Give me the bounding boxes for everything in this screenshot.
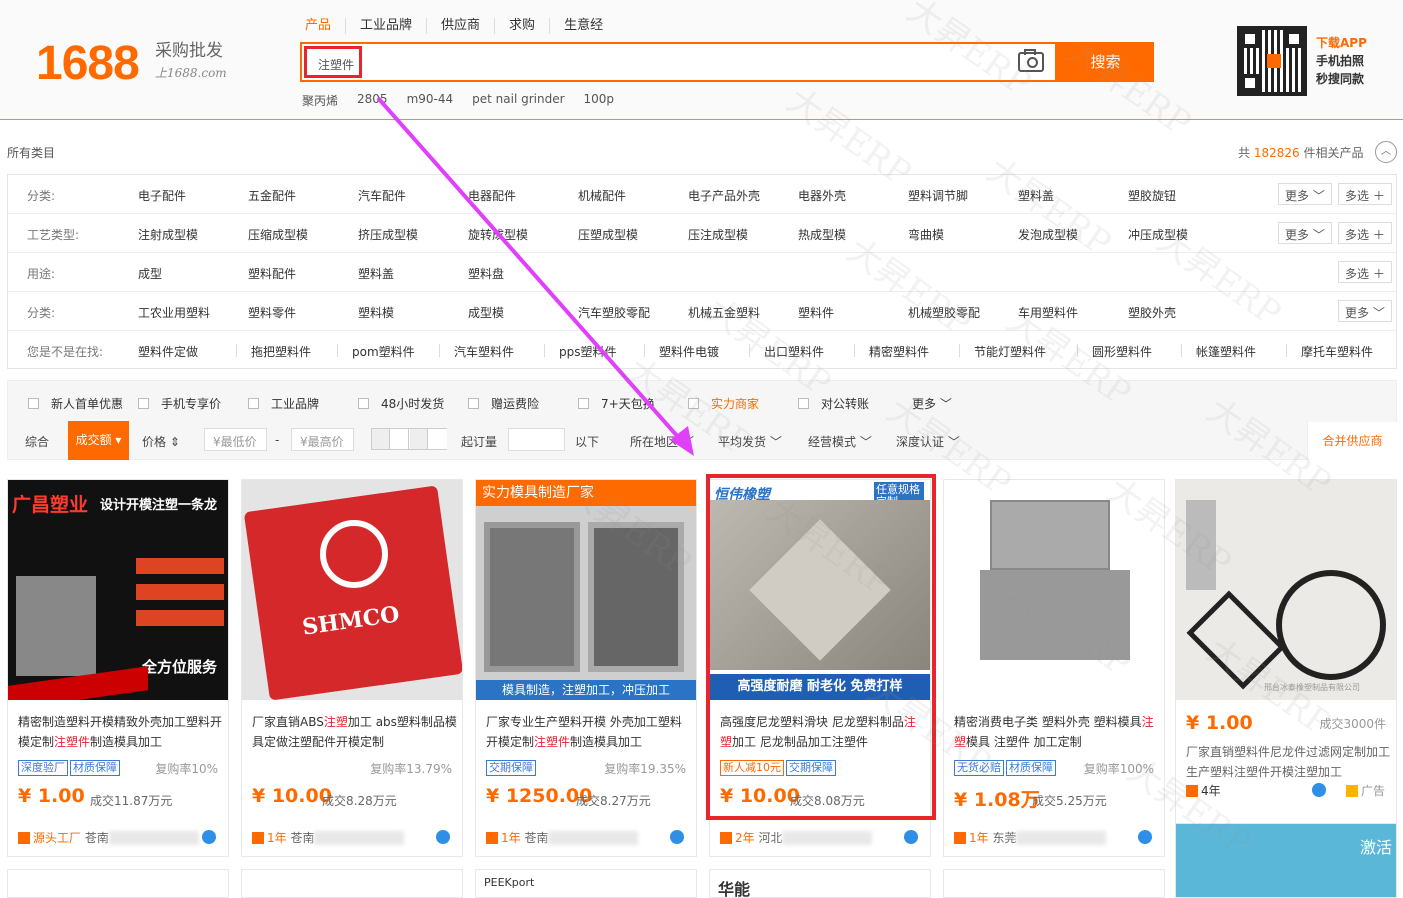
annotation-arrow [376,96,694,456]
